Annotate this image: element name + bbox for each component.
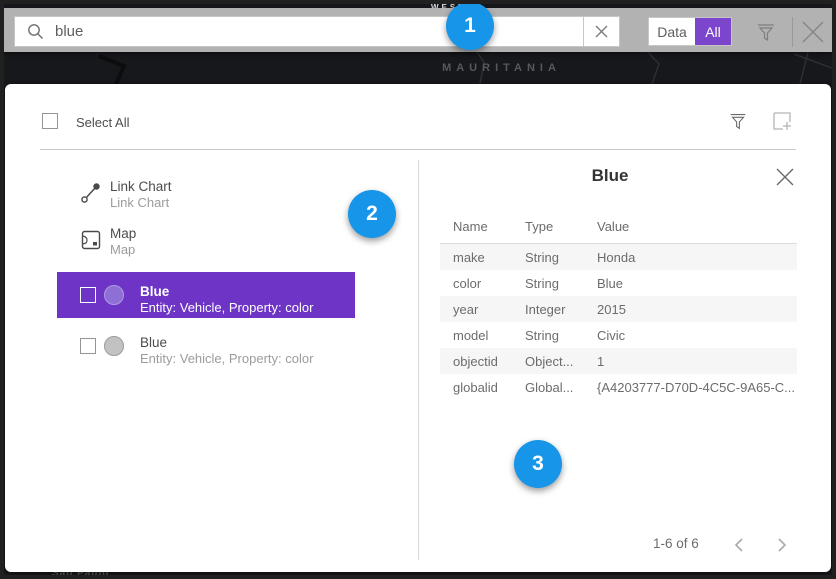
search-icon [15,17,55,46]
map-label-mauritania: MAURITANIA [404,62,599,74]
app-window: WESTER MAURITANIA São Paulo Data All Sel… [0,0,836,579]
result-subtitle: Entity: Vehicle, Property: color [140,351,313,367]
cell-name: year [453,302,525,317]
table-row: globalid Global... {A4203777-D70D-4C5C-9… [440,374,797,400]
cell-value: 1 [597,354,797,369]
result-item-map[interactable]: Map Map [57,225,355,258]
clear-search-button[interactable] [583,17,619,46]
search-field-group [14,16,620,47]
cell-type: Object... [525,354,597,369]
table-row: make String Honda [440,244,797,270]
select-all-checkbox[interactable] [42,113,58,129]
scope-toggle: Data All [648,17,732,46]
scope-option-all[interactable]: All [695,18,731,45]
pagination-range-label: 1-6 of 6 [653,536,699,551]
cell-value: Civic [597,328,797,343]
table-header: Name Type Value [440,214,797,244]
cell-value: Honda [597,250,797,265]
column-header-type: Type [525,219,597,234]
link-chart-icon [80,182,102,204]
cell-value: Blue [597,276,797,291]
result-title: Link Chart [110,178,172,195]
result-item-link-chart[interactable]: Link Chart Link Chart [57,178,355,211]
result-checkbox[interactable] [80,287,96,303]
result-item-blue-selected[interactable]: Blue Entity: Vehicle, Property: color [57,272,355,318]
cell-name: model [453,328,525,343]
clear-icon [595,25,608,38]
header-divider [40,149,796,150]
result-title: Blue [140,334,313,351]
table-row: model String Civic [440,322,797,348]
scope-option-data[interactable]: Data [649,18,695,45]
cell-type: String [525,250,597,265]
cell-value: {A4203777-D70D-4C5C-9A65-C... [597,380,797,395]
filter-icon[interactable] [754,20,778,44]
entity-circle-icon [104,336,124,356]
annotation-callout-1: 1 [446,2,494,50]
cell-type: String [525,328,597,343]
column-header-value: Value [597,219,797,234]
cell-name: make [453,250,525,265]
detail-title: Blue [440,166,780,186]
annotation-callout-2: 2 [348,190,396,238]
attribute-table: Name Type Value make String Honda color … [440,214,797,400]
search-input[interactable] [55,17,583,46]
search-toolbar: Data All [4,8,832,52]
panel-divider [418,160,419,560]
result-title: Map [110,225,136,242]
cell-name: globalid [453,380,525,395]
map-icon [80,229,102,251]
search-results-panel: Select All Link Chart Link Chart M [5,84,831,572]
pagination-prev-icon[interactable] [731,536,749,554]
result-checkbox[interactable] [80,338,96,354]
cell-type: String [525,276,597,291]
cell-value: 2015 [597,302,797,317]
annotation-callout-3: 3 [514,440,562,488]
table-row: objectid Object... 1 [440,348,797,374]
result-subtitle: Entity: Vehicle, Property: color [140,300,313,316]
result-subtitle: Link Chart [110,195,172,211]
column-header-name: Name [453,219,525,234]
add-to-selection-icon[interactable] [771,110,793,132]
cell-name: color [453,276,525,291]
entity-circle-icon [104,285,124,305]
select-all-label: Select All [76,115,129,130]
toolbar-divider [792,17,793,47]
detail-close-icon[interactable] [775,167,797,189]
result-subtitle: Map [110,242,136,258]
pagination-next-icon[interactable] [772,536,790,554]
result-title: Blue [140,283,313,300]
table-row: color String Blue [440,270,797,296]
close-search-icon[interactable] [800,19,826,45]
cell-type: Integer [525,302,597,317]
cell-name: objectid [453,354,525,369]
cell-type: Global... [525,380,597,395]
table-row: year Integer 2015 [440,296,797,322]
results-filter-icon[interactable] [727,110,749,132]
result-item-blue[interactable]: Blue Entity: Vehicle, Property: color [57,323,355,369]
